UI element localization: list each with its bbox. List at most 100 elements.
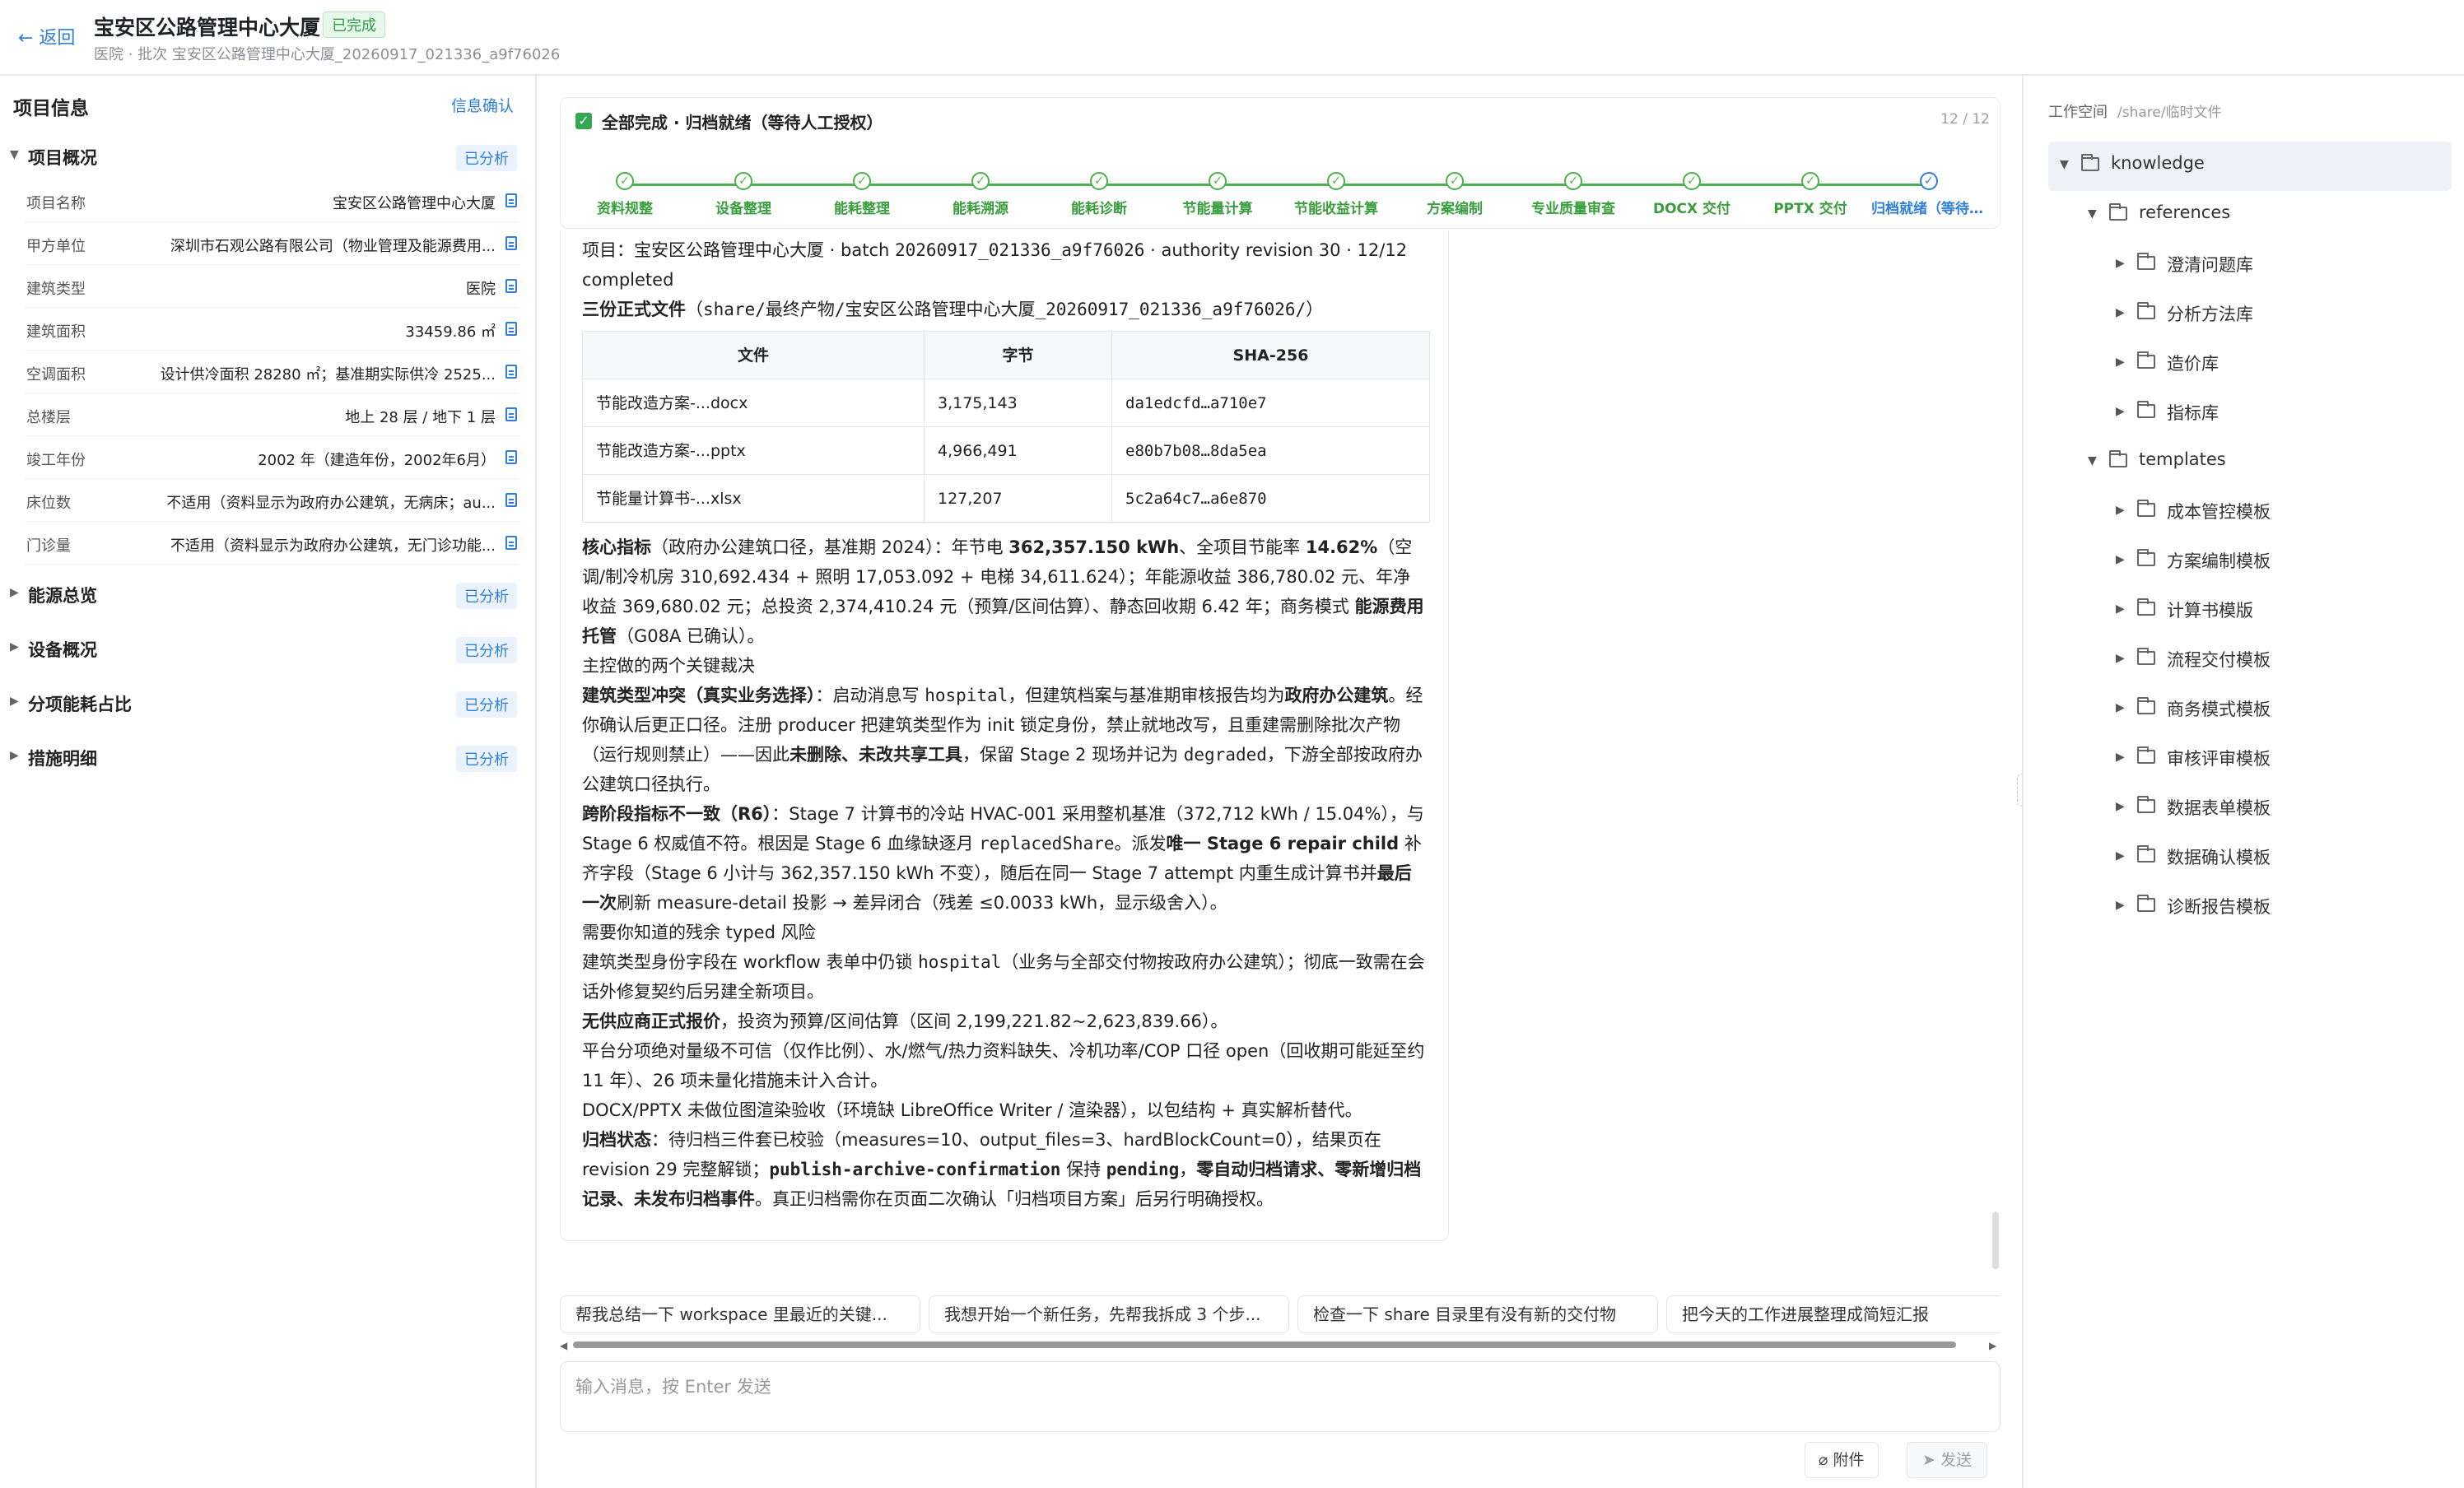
section-project-overview[interactable]: ▼ 项目概况 已分析 — [0, 140, 527, 173]
chat-main-panel: ✓ 全部完成 · 归档就绪（等待人工授权） 12 / 12 ✓ 资料规整 ✓ 设备整… — [538, 76, 2022, 1488]
file-tree: ▼ knowledge ▼ references ▶ 澄清问题库 ▶ 分析方法库 ▶ 造价库 ▶ 指标… — [2048, 142, 2452, 932]
tree-node[interactable]: ▶ 数据表单模板 — [2048, 784, 2452, 833]
send-button[interactable]: ➤ 发送 — [1907, 1442, 1987, 1478]
folder-icon — [2137, 648, 2155, 665]
scroll-left-icon[interactable]: ◀ — [560, 1340, 567, 1351]
tree-node[interactable]: ▶ 指标库 — [2048, 388, 2452, 438]
bold-text: 建筑类型冲突（真实业务选择） — [582, 686, 816, 705]
document-icon[interactable] — [505, 236, 517, 250]
tree-node[interactable]: ▶ 数据确认模板 — [2048, 833, 2452, 882]
suggestion-bar: 帮我总结一下 workspace 里最近的关键... 我想开始一个新任务，先帮我拆… — [560, 1295, 2001, 1335]
info-row: 甲方单位 深圳市石观公路有限公司（物业管理及能源费用... — [25, 222, 519, 265]
caret-right-icon[interactable]: ▶ — [2116, 405, 2125, 418]
text: 保持 — [1060, 1160, 1106, 1179]
step-item[interactable]: ✓ DOCX 交付 — [1634, 172, 1749, 217]
tree-node[interactable]: ▶ 澄清问题库 — [2048, 240, 2452, 290]
caret-right-icon[interactable]: ▶ — [2116, 701, 2125, 714]
caret-right-icon[interactable]: ▶ — [2116, 602, 2125, 616]
tree-node[interactable]: ▶ 审核评审模板 — [2048, 734, 2452, 784]
tree-node[interactable]: ▶ 方案编制模板 — [2048, 537, 2452, 586]
tree-node-label: 诊断报告模板 — [2167, 897, 2271, 917]
tree-node[interactable]: ▶ 分析方法库 — [2048, 290, 2452, 339]
step-label: 资料规整 — [597, 201, 653, 217]
tree-node[interactable]: ▶ 商务模式模板 — [2048, 685, 2452, 734]
tree-node[interactable]: ▶ 成本管控模板 — [2048, 487, 2452, 537]
tree-node[interactable]: ▼ references — [2048, 191, 2452, 240]
table-cell: 节能改造方案-...pptx — [582, 426, 925, 475]
tree-node[interactable]: ▶ 造价库 — [2048, 339, 2452, 388]
tree-node[interactable]: ▶ 流程交付模板 — [2048, 635, 2452, 685]
text: 建筑类型身份字段在 workflow 表单中仍锁 — [582, 952, 919, 972]
suggestion-chip[interactable]: 我想开始一个新任务，先帮我拆成 3 个步... — [929, 1295, 1289, 1333]
step-item[interactable]: ✓ 方案编制 — [1397, 172, 1512, 217]
document-icon[interactable] — [505, 279, 517, 293]
tree-node[interactable]: ▼ knowledge — [2048, 142, 2452, 191]
message-line: 三份正式文件（share/最终产物/宝安区公路管理中心大厦_20260917_0… — [582, 295, 1427, 324]
step-item-current[interactable]: ✓ 归档就绪（等待人工授权） — [1871, 172, 1987, 217]
step-item[interactable]: ✓ 能耗整理 — [804, 172, 920, 217]
vertical-scrollbar[interactable] — [1992, 1211, 1999, 1269]
suggestion-chip[interactable]: 把今天的工作进展整理成简短汇报 — [1666, 1295, 2001, 1333]
document-icon[interactable] — [505, 322, 517, 336]
section-equipment-overview[interactable]: ▶ 设备概况 已分析 — [0, 632, 527, 665]
step-item[interactable]: ✓ PPTX 交付 — [1753, 172, 1868, 217]
section-energy-share[interactable]: ▶ 分项能耗占比 已分析 — [0, 686, 527, 719]
folder-icon — [2137, 500, 2155, 517]
back-button[interactable]: ← 返回 — [18, 23, 75, 49]
message-input[interactable]: 输入消息，按 Enter 发送 — [560, 1361, 2001, 1432]
step-label: 专业质量审查 — [1531, 201, 1615, 217]
tree-node[interactable]: ▶ 计算书模版 — [2048, 586, 2452, 635]
caret-right-icon[interactable]: ▶ — [2116, 257, 2125, 270]
caret-right-icon[interactable]: ▶ — [2116, 800, 2125, 813]
caret-down-icon[interactable]: ▼ — [2088, 207, 2097, 221]
step-item[interactable]: ✓ 资料规整 — [567, 172, 682, 217]
section-measures[interactable]: ▶ 措施明细 已分析 — [0, 741, 527, 774]
row-value: 地上 28 层 / 地下 1 层 — [345, 409, 496, 426]
document-icon[interactable] — [505, 493, 517, 507]
paragraph-metrics: 核心指标（政府办公建筑口径，基准期 2024）：年节电 362,357.150 … — [582, 532, 1427, 651]
document-icon[interactable] — [505, 365, 517, 379]
caret-right-icon[interactable]: ▶ — [2116, 356, 2125, 369]
caret-down-icon[interactable]: ▼ — [2088, 454, 2097, 467]
caret-right-icon[interactable]: ▶ — [2116, 849, 2125, 863]
document-icon[interactable] — [505, 193, 517, 207]
tree-node[interactable]: ▶ 诊断报告模板 — [2048, 882, 2452, 932]
document-icon[interactable] — [505, 407, 517, 421]
suggestion-chip[interactable]: 检查一下 share 目录里有没有新的交付物 — [1297, 1295, 1658, 1333]
step-label: DOCX 交付 — [1652, 201, 1731, 217]
step-item[interactable]: ✓ 节能量计算 — [1160, 172, 1275, 217]
suggestion-chip[interactable]: 帮我总结一下 workspace 里最近的关键... — [560, 1295, 920, 1333]
scroll-right-icon[interactable]: ▶ — [1989, 1340, 1996, 1351]
caret-right-icon[interactable]: ▶ — [2116, 306, 2125, 319]
check-circle-icon: ✓ — [1920, 172, 1938, 190]
document-icon[interactable] — [505, 536, 517, 550]
horizontal-scrollbar[interactable] — [573, 1342, 1956, 1348]
caret-right-icon[interactable]: ▶ — [2116, 751, 2125, 764]
step-item[interactable]: ✓ 能耗诊断 — [1041, 172, 1157, 217]
caret-right-icon[interactable]: ▶ — [2116, 553, 2125, 566]
caret-right-icon[interactable]: ▶ — [2116, 504, 2125, 517]
caret-right-icon[interactable]: ▶ — [2116, 652, 2125, 665]
bold-text: 无供应商正式报价 — [582, 1011, 720, 1031]
check-circle-icon: ✓ — [1327, 172, 1345, 190]
code-text: replacedShare — [979, 834, 1115, 853]
table-cell: 节能改造方案-...docx — [582, 379, 925, 427]
bold-text: 跨阶段指标不一致（R6） — [582, 804, 772, 824]
paragraph: 需要你知道的残余 typed 风险 — [582, 923, 816, 942]
document-icon[interactable] — [505, 450, 517, 464]
status-badge: 已完成 — [323, 12, 385, 38]
caret-right-icon[interactable]: ▶ — [2116, 899, 2125, 912]
section-energy-overview[interactable]: ▶ 能源总览 已分析 — [0, 578, 527, 611]
tree-node[interactable]: ▼ templates — [2048, 438, 2452, 487]
attach-button[interactable]: ⌀ 附件 — [1805, 1442, 1879, 1478]
step-label: PPTX 交付 — [1773, 201, 1847, 217]
step-item[interactable]: ✓ 节能收益计算 — [1279, 172, 1394, 217]
row-key: 门诊量 — [26, 537, 71, 555]
step-item[interactable]: ✓ 设备整理 — [686, 172, 801, 217]
table-cell: e80b7b08…8da5ea — [1111, 426, 1430, 475]
row-key: 建筑面积 — [26, 323, 86, 341]
info-confirm-link[interactable]: 信息确认 — [451, 94, 514, 116]
step-item[interactable]: ✓ 专业质量审查 — [1516, 172, 1631, 217]
caret-down-icon[interactable]: ▼ — [2060, 158, 2069, 171]
step-item[interactable]: ✓ 能耗溯源 — [923, 172, 1038, 217]
